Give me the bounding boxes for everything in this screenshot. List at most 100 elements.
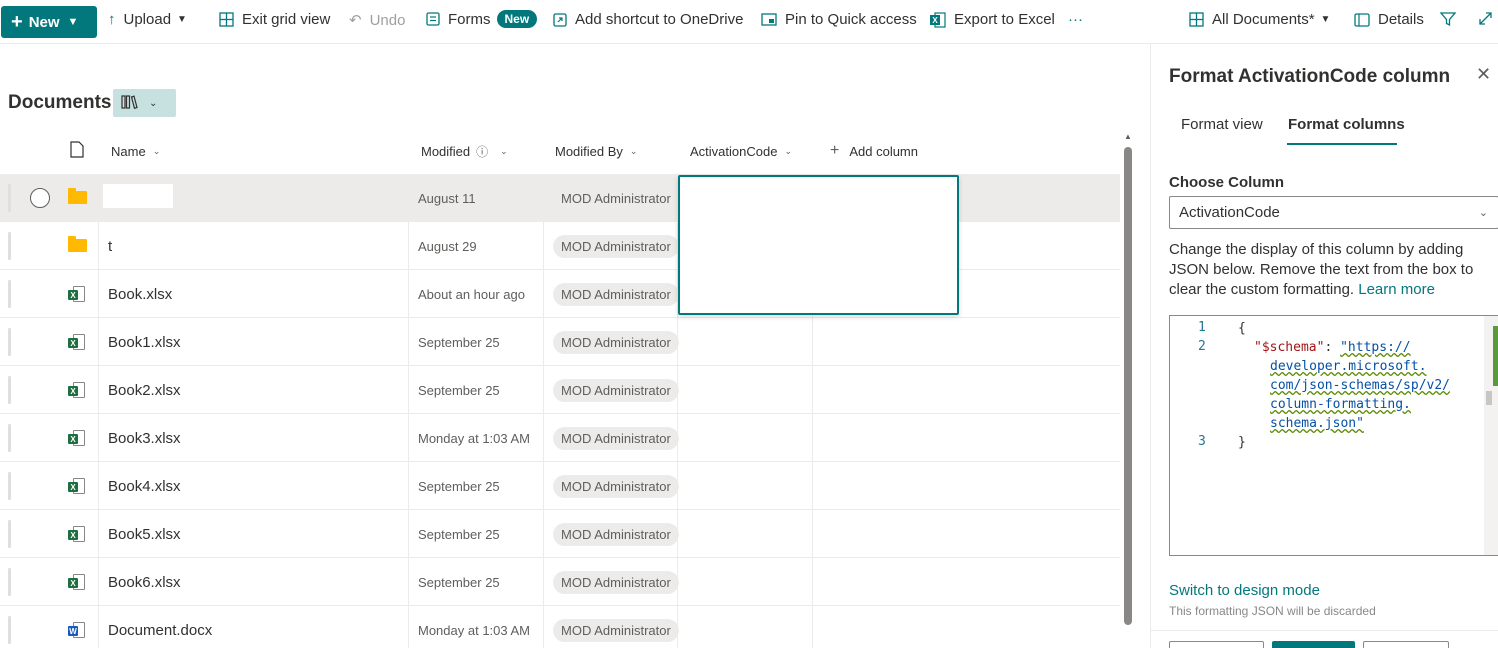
cell-divider bbox=[812, 462, 813, 510]
table-row[interactable]: X Book5.xlsx September 25 MOD Administrator bbox=[0, 510, 1120, 558]
details-icon bbox=[1354, 12, 1370, 27]
code-string: developer.microsoft. bbox=[1270, 359, 1427, 374]
details-button[interactable]: Details bbox=[1354, 11, 1424, 28]
export-excel-button[interactable]: X Export to Excel bbox=[929, 11, 1055, 28]
file-name[interactable]: Book3.xlsx bbox=[108, 414, 181, 462]
cancel-button[interactable] bbox=[1363, 641, 1449, 648]
row-selection-bar[interactable] bbox=[8, 616, 11, 644]
file-type-cell: X bbox=[68, 332, 88, 352]
cell-divider bbox=[98, 174, 99, 222]
file-name[interactable]: Book.xlsx bbox=[108, 270, 172, 318]
cell-divider bbox=[543, 222, 544, 270]
table-row[interactable]: X Book6.xlsx September 25 MOD Administrator bbox=[0, 558, 1120, 606]
user-pill[interactable]: MOD Administrator bbox=[553, 522, 679, 546]
user-pill[interactable]: MOD Administrator bbox=[553, 330, 679, 354]
column-select[interactable]: ActivationCode ⌄ bbox=[1169, 196, 1498, 229]
info-icon: ⓘ bbox=[476, 144, 489, 159]
filter-button[interactable] bbox=[1440, 11, 1464, 27]
code-string: com/json-schemas/sp/v2/ bbox=[1270, 378, 1451, 393]
column-header-activation-code[interactable]: ActivationCode ⌄ bbox=[690, 135, 792, 167]
table-row[interactable]: X Book2.xlsx September 25 MOD Administrator bbox=[0, 366, 1120, 414]
file-name[interactable]: Book4.xlsx bbox=[108, 462, 181, 510]
switch-design-mode-link[interactable]: Switch to design mode bbox=[1169, 582, 1320, 599]
column-header-modified[interactable]: Modified ⓘ ⌄ bbox=[421, 135, 508, 167]
user-pill[interactable]: MOD Administrator bbox=[553, 570, 679, 594]
modified-date: September 25 bbox=[418, 526, 500, 542]
row-selection-bar[interactable] bbox=[8, 568, 11, 596]
row-selection-bar[interactable] bbox=[8, 232, 11, 260]
forms-icon bbox=[426, 12, 440, 26]
excel-file-icon: X bbox=[68, 478, 86, 494]
table-row[interactable]: X Book3.xlsx Monday at 1:03 AM MOD Administ… bbox=[0, 414, 1120, 462]
library-view-switcher[interactable]: ⌄ bbox=[113, 89, 176, 117]
line-number: 1 bbox=[1198, 320, 1206, 335]
exit-grid-label: Exit grid view bbox=[242, 11, 331, 28]
file-name[interactable]: Book5.xlsx bbox=[108, 510, 181, 558]
exit-grid-view-button[interactable]: Exit grid view bbox=[219, 11, 330, 28]
cell-divider bbox=[408, 606, 409, 648]
table-row[interactable]: W Document.docx Monday at 1:03 AM MOD Admin… bbox=[0, 606, 1120, 648]
view-label: All Documents* bbox=[1212, 11, 1315, 28]
cell-divider bbox=[98, 462, 99, 510]
user-pill[interactable]: MOD Administrator bbox=[553, 282, 679, 306]
list-scrollbar[interactable]: ▲ bbox=[1124, 132, 1132, 648]
more-button[interactable]: ··· bbox=[1068, 11, 1083, 28]
add-column-button[interactable]: + Add column bbox=[830, 135, 918, 167]
row-select-radio[interactable] bbox=[30, 188, 50, 208]
name-edit-field[interactable] bbox=[103, 184, 173, 208]
column-header-modified-by[interactable]: Modified By ⌄ bbox=[555, 135, 637, 167]
scroll-thumb[interactable] bbox=[1124, 147, 1132, 625]
row-selection-bar[interactable] bbox=[8, 376, 11, 404]
file-name[interactable]: t bbox=[108, 222, 112, 270]
column-header-name[interactable]: Name ⌄ bbox=[111, 135, 160, 167]
activation-code-edit-box[interactable] bbox=[678, 175, 959, 315]
svg-text:X: X bbox=[932, 16, 938, 25]
row-selection-bar[interactable] bbox=[8, 424, 11, 452]
row-selection-bar[interactable] bbox=[8, 472, 11, 500]
file-name[interactable]: Book2.xlsx bbox=[108, 366, 181, 414]
user-pill[interactable]: MOD Administrator bbox=[553, 234, 679, 258]
modified-by-cell: MOD Administrator bbox=[553, 510, 679, 558]
scroll-up-icon[interactable]: ▲ bbox=[1124, 132, 1132, 141]
excel-file-icon: X bbox=[68, 382, 86, 398]
file-name[interactable]: Document.docx bbox=[108, 606, 212, 648]
pin-quick-access-button[interactable]: Pin to Quick access bbox=[761, 11, 917, 28]
user-pill[interactable]: MOD Administrator bbox=[553, 378, 679, 402]
tab-format-view[interactable]: Format view bbox=[1181, 116, 1263, 133]
table-row[interactable]: X Book1.xlsx September 25 MOD Administrator bbox=[0, 318, 1120, 366]
upload-icon: ↑ bbox=[108, 11, 116, 28]
file-name[interactable]: Book1.xlsx bbox=[108, 318, 181, 366]
tab-format-columns[interactable]: Format columns bbox=[1288, 116, 1405, 133]
user-pill[interactable]: MOD Administrator bbox=[553, 426, 679, 450]
expand-button[interactable] bbox=[1478, 11, 1498, 26]
file-type-cell: W bbox=[68, 620, 88, 640]
row-selection-bar[interactable] bbox=[8, 184, 11, 212]
new-button[interactable]: + New ▼ bbox=[1, 6, 97, 38]
file-type-header[interactable] bbox=[70, 135, 84, 167]
forms-button[interactable]: Forms New bbox=[426, 10, 538, 28]
add-shortcut-button[interactable]: Add shortcut to OneDrive bbox=[553, 11, 743, 28]
upload-button[interactable]: ↑ Upload ▼ bbox=[108, 11, 187, 28]
undo-button[interactable]: ↶ Undo bbox=[349, 11, 405, 30]
new-badge: New bbox=[496, 10, 538, 28]
panel-title: Format ActivationCode column bbox=[1169, 66, 1451, 87]
row-selection-bar[interactable] bbox=[8, 520, 11, 548]
user-pill[interactable]: MOD Administrator bbox=[553, 474, 679, 498]
json-editor[interactable]: 1 2 3 { "$schema": "https:// developer.m… bbox=[1169, 315, 1498, 556]
chevron-down-icon: ⌄ bbox=[629, 145, 638, 156]
list-view-icon bbox=[1189, 12, 1204, 27]
file-name[interactable]: Book6.xlsx bbox=[108, 558, 181, 606]
user-pill[interactable]: MOD Administrator bbox=[553, 618, 679, 642]
learn-more-link[interactable]: Learn more bbox=[1358, 281, 1435, 298]
user-pill[interactable]: MOD Administrator bbox=[553, 187, 679, 210]
close-icon[interactable]: ✕ bbox=[1476, 64, 1491, 85]
view-selector[interactable]: All Documents* ▼ bbox=[1189, 11, 1330, 28]
preview-button[interactable] bbox=[1169, 641, 1264, 648]
editor-scroll-thumb[interactable] bbox=[1486, 391, 1492, 405]
row-selection-bar[interactable] bbox=[8, 280, 11, 308]
table-row[interactable]: X Book4.xlsx September 25 MOD Administrator bbox=[0, 462, 1120, 510]
save-button[interactable] bbox=[1272, 641, 1355, 648]
row-selection-bar[interactable] bbox=[8, 328, 11, 356]
cell-divider bbox=[98, 558, 99, 606]
editor-scrollbar[interactable] bbox=[1484, 316, 1498, 555]
